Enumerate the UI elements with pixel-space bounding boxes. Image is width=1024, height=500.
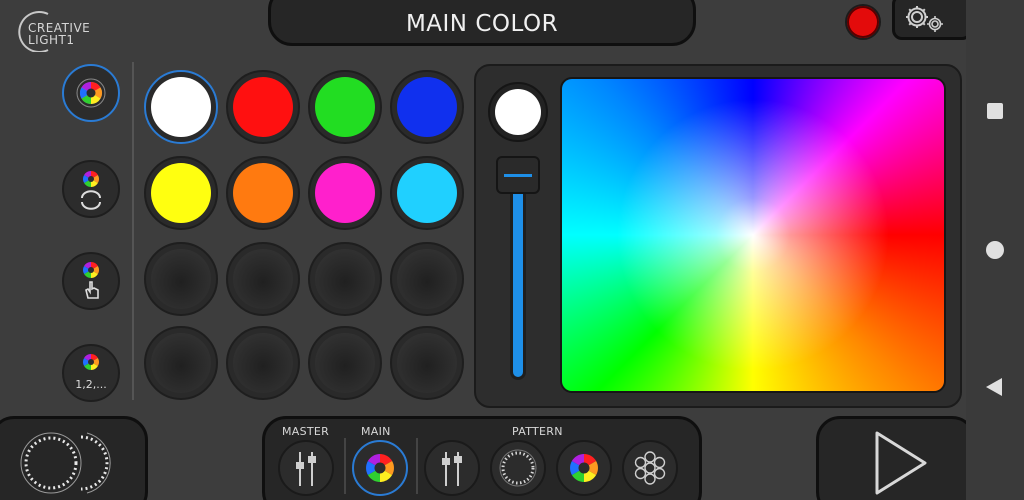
back-icon[interactable] <box>986 378 1002 396</box>
bottom-left-panel[interactable] <box>0 416 148 500</box>
tab-main[interactable] <box>352 440 408 496</box>
color-wheel-cycle-icon <box>81 171 101 210</box>
recents-icon[interactable] <box>987 103 1003 119</box>
swatch-empty[interactable] <box>144 326 218 400</box>
swatch-blue[interactable] <box>390 70 464 144</box>
tab-pattern-leds[interactable] <box>622 440 678 496</box>
tab-master[interactable] <box>278 440 334 496</box>
tab-pattern-color[interactable] <box>556 440 612 496</box>
sidebar-item-color-cycle[interactable] <box>62 160 120 218</box>
tab-separator <box>416 438 418 494</box>
swatch-empty[interactable] <box>308 242 382 316</box>
brightness-slider-fill <box>513 175 523 377</box>
color-wheel-icon <box>570 454 598 482</box>
color-wheel-icon <box>366 454 394 482</box>
play-icon <box>875 431 927 495</box>
tab-master-label: MASTER <box>282 425 330 438</box>
settings-button[interactable] <box>892 0 966 40</box>
sidebar-item-color-wheel[interactable] <box>62 64 120 122</box>
faders-icon <box>296 452 316 486</box>
sidebar-divider <box>132 62 134 400</box>
logo-line2: LIGHT1 <box>28 33 75 47</box>
faders-icon <box>442 452 462 486</box>
swatch-empty[interactable] <box>390 326 464 400</box>
swatch-white[interactable] <box>144 70 218 144</box>
tab-pattern-label: PATTERN <box>512 425 563 438</box>
swatch-orange[interactable] <box>226 156 300 230</box>
brightness-slider-track[interactable] <box>510 168 526 380</box>
color-field[interactable] <box>560 77 946 393</box>
dotted-ring-icon <box>499 449 537 487</box>
color-wheel-sequence-icon <box>83 354 99 370</box>
tab-pattern-ring[interactable] <box>490 440 546 496</box>
home-icon[interactable] <box>986 241 1004 259</box>
color-wheel-hand-icon <box>83 262 99 299</box>
current-color-preview <box>488 82 548 142</box>
sequence-label: 1,2,... <box>75 378 107 391</box>
swatch-cyan[interactable] <box>390 156 464 230</box>
tab-pattern-faders[interactable] <box>424 440 480 496</box>
swatch-magenta[interactable] <box>308 156 382 230</box>
app-logo: CREATIVE LIGHT1 <box>18 6 98 52</box>
gears-icon <box>906 6 943 32</box>
color-wheel-icon <box>76 78 106 108</box>
tab-separator <box>344 438 346 494</box>
swatch-empty[interactable] <box>226 326 300 400</box>
brightness-slider-thumb[interactable] <box>496 156 540 194</box>
dual-ring-icon <box>20 432 111 494</box>
swatch-empty[interactable] <box>226 242 300 316</box>
play-button[interactable] <box>816 416 966 500</box>
page-title: MAIN COLOR <box>405 11 559 37</box>
led-cluster-icon <box>634 451 666 485</box>
tab-main-label: MAIN <box>361 425 391 438</box>
sidebar-item-color-sequence[interactable]: 1,2,... <box>62 344 120 402</box>
swatch-empty[interactable] <box>308 326 382 400</box>
record-button[interactable] <box>845 4 881 40</box>
swatch-red[interactable] <box>226 70 300 144</box>
app-window: CREATIVE LIGHT1 MAIN COLOR 1,2,... MASTE… <box>0 0 966 500</box>
swatch-green[interactable] <box>308 70 382 144</box>
swatch-empty[interactable] <box>144 242 218 316</box>
swatch-empty[interactable] <box>390 242 464 316</box>
sidebar-item-color-touch[interactable] <box>62 252 120 310</box>
swatch-yellow[interactable] <box>144 156 218 230</box>
title-panel: MAIN COLOR <box>268 0 696 46</box>
